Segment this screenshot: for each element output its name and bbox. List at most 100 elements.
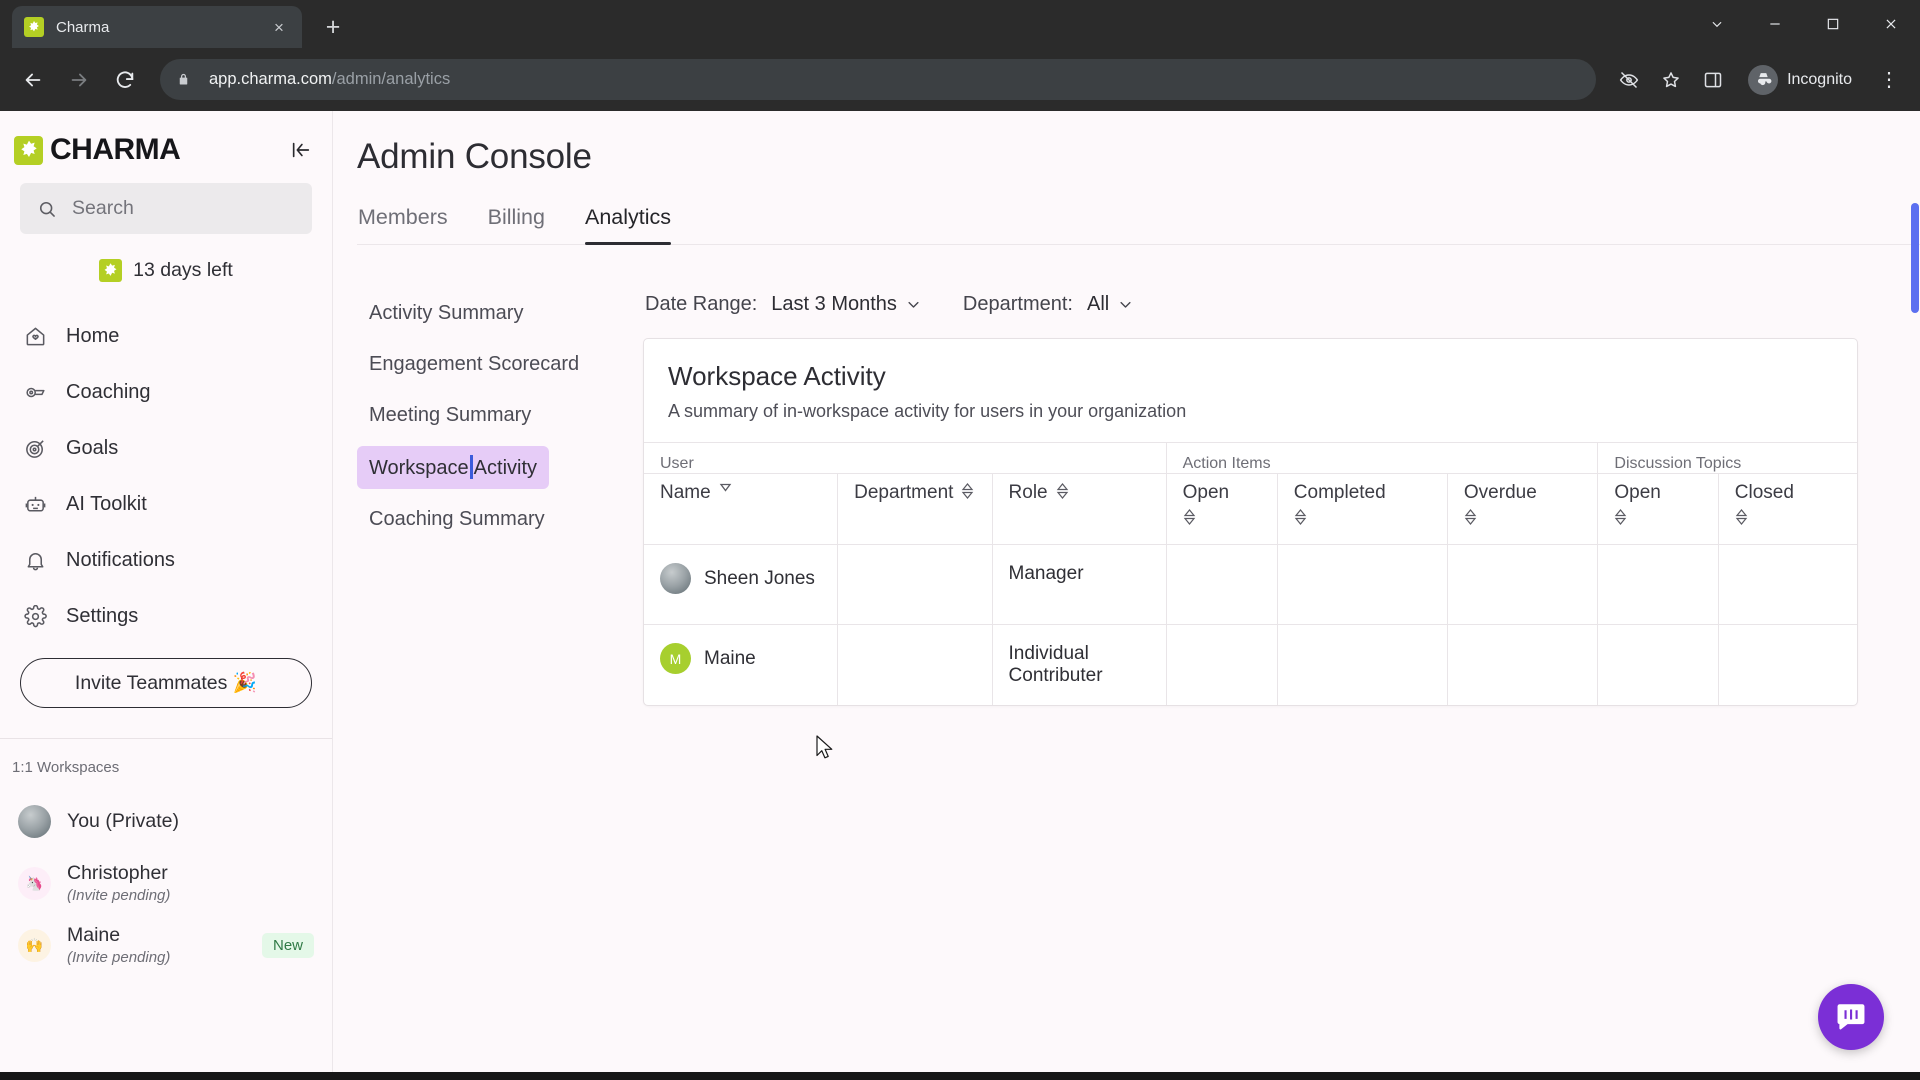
tab-members[interactable]: Members [358, 205, 448, 244]
subnav-item-coaching-summary[interactable]: Coaching Summary [357, 499, 557, 540]
table-row[interactable]: Sheen Jones Manager [644, 544, 1857, 625]
sidebar-item-label: Settings [66, 604, 139, 627]
workspace-activity-card: Workspace Activity A summary of in-works… [643, 338, 1858, 706]
workspace-name: Christopher [67, 861, 168, 884]
column-header-action-items-open[interactable]: Open [1165, 473, 1278, 545]
tracking-protection-icon[interactable] [1610, 61, 1648, 99]
admin-tabs: Members Billing Analytics [357, 205, 1920, 245]
group-header-label: Discussion Topics [1614, 455, 1742, 472]
department-value: All [1086, 293, 1110, 315]
analytics-body: Activity Summary Engagement Scorecard Me… [333, 245, 1920, 706]
sort-icon[interactable] [1614, 508, 1627, 526]
tab-search-chevron-icon[interactable] [1688, 0, 1746, 48]
browser-toolbar: app.charma.com/admin/analytics Incognito… [0, 48, 1920, 111]
side-panel-icon[interactable] [1694, 61, 1732, 99]
trial-badge-icon [99, 259, 123, 282]
lock-icon [176, 72, 191, 87]
back-arrow-icon[interactable] [12, 59, 54, 101]
new-tab-button[interactable]: + [318, 13, 348, 42]
text-cursor [469, 455, 473, 479]
browser-tab[interactable]: Charma × [12, 6, 302, 48]
page-scrollbar[interactable] [1910, 111, 1920, 1080]
address-bar-url: app.charma.com/admin/analytics [209, 70, 450, 89]
cell-action-items-completed [1276, 624, 1448, 705]
sort-icon[interactable] [1464, 508, 1477, 526]
minimize-icon[interactable] [1746, 0, 1804, 48]
column-header-role[interactable]: Role [991, 473, 1167, 545]
sort-icon[interactable] [1294, 508, 1307, 526]
user-name: Maine [704, 647, 756, 669]
department-label: Department: [962, 293, 1073, 315]
star-icon[interactable] [1652, 61, 1690, 99]
department-select[interactable]: All [1087, 293, 1133, 316]
workspace-item-christopher[interactable]: 🦄 Christopher (Invite pending) [0, 852, 332, 914]
column-header-action-items-overdue[interactable]: Overdue [1446, 473, 1598, 545]
sort-icon[interactable] [1183, 508, 1196, 526]
date-range-select[interactable]: Last 3 Months [771, 293, 921, 316]
charma-logo[interactable]: CHARMA [14, 133, 284, 167]
sidebar-item-notifications[interactable]: Notifications [0, 532, 332, 588]
forward-arrow-icon[interactable] [58, 59, 100, 101]
cell-user: M Maine [644, 624, 838, 705]
sort-icon[interactable] [1056, 482, 1069, 500]
tab-billing[interactable]: Billing [488, 205, 545, 244]
scrollbar-thumb[interactable] [1911, 203, 1919, 313]
sort-icon[interactable] [961, 482, 974, 500]
subnav-item-workspace-activity[interactable]: Workspace Activity [357, 446, 550, 489]
subnav-item-activity-summary[interactable]: Activity Summary [357, 293, 535, 334]
cell-action-items-open [1165, 544, 1278, 625]
column-header-discussion-closed[interactable]: Closed [1717, 473, 1857, 545]
sort-icon[interactable] [719, 482, 732, 492]
robot-icon [25, 496, 46, 511]
tab-close-icon[interactable]: × [268, 16, 290, 38]
trial-days-left: 13 days left [133, 259, 233, 281]
filters-bar: Date Range: Last 3 Months Department: Al… [643, 293, 1880, 316]
subnav-item-engagement-scorecard[interactable]: Engagement Scorecard [357, 344, 591, 385]
sidebar-item-home[interactable]: Home [0, 308, 332, 364]
column-label: Open [1182, 482, 1230, 503]
subnav-item-meeting-summary[interactable]: Meeting Summary [357, 395, 543, 436]
intercom-chat-button[interactable] [1818, 984, 1884, 1050]
sidebar-item-label: Goals [66, 436, 119, 459]
column-header-department[interactable]: Department [837, 473, 993, 545]
column-header-discussion-open[interactable]: Open [1597, 473, 1719, 545]
maximize-icon[interactable] [1804, 0, 1862, 48]
sidebar-item-goals[interactable]: Goals [0, 420, 332, 476]
sidebar-item-label: Home [66, 324, 120, 347]
user-name: Sheen Jones [704, 567, 815, 589]
trial-banner[interactable]: 13 days left [0, 259, 332, 282]
cell-action-items-overdue [1446, 544, 1598, 625]
card-header: Workspace Activity A summary of in-works… [644, 339, 1857, 442]
invite-teammates-wrap: Invite Teammates 🎉 [0, 644, 332, 708]
group-header-action-items: Action Items [1165, 442, 1598, 474]
workspace-item-maine[interactable]: 🙌 Maine (Invite pending) New [0, 914, 332, 976]
tab-analytics[interactable]: Analytics [584, 205, 672, 245]
column-label: Overdue [1463, 482, 1537, 503]
column-header-name[interactable]: Name [644, 473, 838, 545]
app-page: CHARMA Search 13 days left Home Coaching [0, 111, 1920, 1080]
search-input[interactable]: Search [20, 183, 312, 234]
charma-favicon-icon [24, 17, 44, 37]
sidebar-item-ai-toolkit[interactable]: AI Toolkit [0, 476, 332, 532]
avatar: 🦄 [18, 866, 51, 900]
window-controls [1688, 0, 1920, 48]
invite-teammates-button[interactable]: Invite Teammates 🎉 [20, 658, 312, 708]
table-row[interactable]: M Maine Individual Contributer [644, 624, 1857, 705]
workspaces-section-title: 1:1 Workspaces [12, 759, 120, 776]
reload-icon[interactable] [104, 59, 146, 101]
collapse-sidebar-icon[interactable] [284, 133, 318, 167]
browser-menu-icon[interactable]: ⋮ [1870, 61, 1908, 99]
sidebar-header: CHARMA [0, 111, 332, 175]
sidebar-item-settings[interactable]: Settings [0, 588, 332, 644]
window-close-icon[interactable] [1862, 0, 1920, 48]
subnav-selected-label-part2: Activity [473, 457, 538, 479]
cell-discussion-open [1597, 544, 1719, 625]
browser-tab-title: Charma [56, 18, 110, 36]
column-header-action-items-completed[interactable]: Completed [1276, 473, 1448, 545]
workspace-item-you[interactable]: You (Private) [0, 790, 332, 852]
column-label: Open [1614, 482, 1661, 503]
sidebar-item-coaching[interactable]: Coaching [0, 364, 332, 420]
address-bar[interactable]: app.charma.com/admin/analytics [160, 59, 1597, 100]
incognito-profile-chip[interactable]: Incognito [1742, 61, 1866, 99]
sort-icon[interactable] [1735, 508, 1748, 526]
